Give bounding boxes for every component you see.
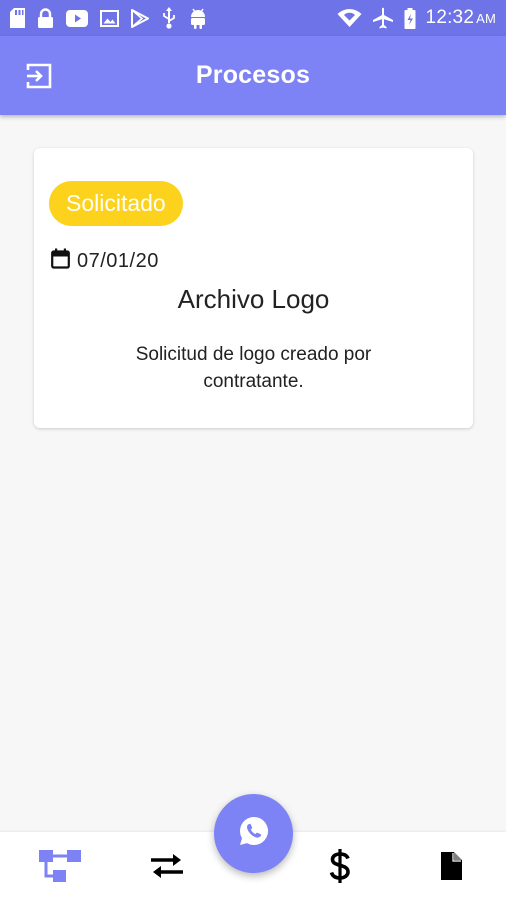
app-bar: Procesos (0, 36, 506, 115)
youtube-icon (66, 9, 88, 27)
process-date: 07/01/20 (77, 249, 159, 272)
status-time: 12:32 AM (426, 7, 496, 29)
image-icon (100, 9, 119, 27)
clock-ampm: AM (476, 11, 496, 26)
play-store-icon (131, 8, 149, 28)
processes-icon (38, 848, 82, 889)
nav-documents[interactable] (429, 848, 473, 888)
nav-payments[interactable] (318, 848, 362, 888)
system-status: 12:32 AM (337, 7, 496, 29)
exit-icon[interactable] (25, 62, 53, 90)
clock-time: 12:32 (425, 7, 475, 28)
android-icon (189, 8, 207, 29)
sd-card-icon (10, 8, 25, 28)
notification-icons (10, 7, 207, 29)
process-card[interactable]: Solicitado 07/01/20 Archivo Logo Solicit… (34, 148, 473, 428)
document-icon (439, 851, 463, 886)
usb-icon (161, 7, 177, 29)
status-badge: Solicitado (49, 181, 183, 226)
calendar-icon (51, 248, 70, 274)
page-title: Procesos (195, 61, 311, 89)
airplane-icon (372, 7, 394, 29)
whatsapp-icon (237, 814, 271, 853)
battery-icon (404, 7, 416, 29)
status-bar: 12:32 AM (0, 0, 506, 36)
process-title: Archivo Logo (177, 284, 330, 314)
nav-transfers[interactable] (145, 848, 189, 888)
dollar-icon (328, 848, 352, 889)
transfer-icon (149, 851, 185, 886)
nav-processes[interactable] (38, 848, 82, 888)
date-row: 07/01/20 (51, 248, 159, 274)
wifi-icon (337, 8, 362, 28)
lock-icon (37, 7, 54, 29)
process-description: Solicitud de logo creado por contratante… (135, 344, 372, 392)
whatsapp-button[interactable] (214, 794, 293, 873)
